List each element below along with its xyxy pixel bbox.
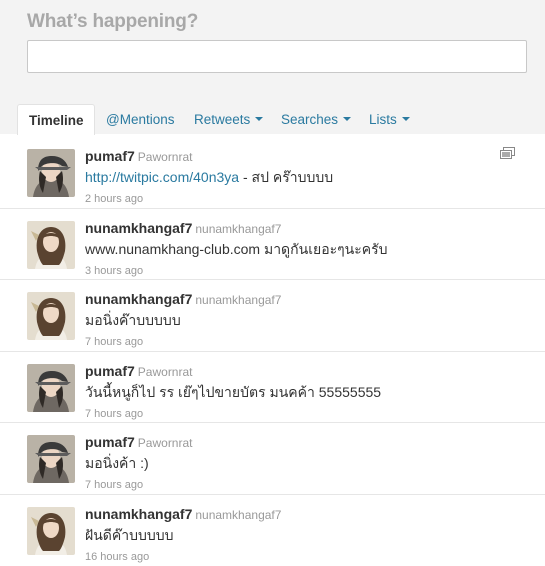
tab-searches[interactable]: Searches xyxy=(281,104,352,135)
timestamp[interactable]: 7 hours ago xyxy=(85,408,525,420)
tweet-timeline: pumaf7 Pawornrat http://twitpic.com/40n3y… xyxy=(0,137,545,566)
tab-lists[interactable]: Lists xyxy=(369,104,410,135)
timeline-tabs: Timeline @Mentions Retweets Searches Lis… xyxy=(0,104,545,135)
tweet-item: nunamkhangaf7 nunamkhangaf7 มอนิ่งค๊าบบบบ… xyxy=(0,280,545,352)
screen-name[interactable]: nunamkhangaf7 xyxy=(85,220,192,236)
tab-label: Searches xyxy=(281,112,339,127)
tweet-item: nunamkhangaf7 nunamkhangaf7 www.nunamkhan… xyxy=(0,209,545,281)
screen-name[interactable]: pumaf7 xyxy=(85,434,135,450)
tweet-text-content: - สป คร๊าบบบบ xyxy=(239,169,334,185)
tweet-input[interactable] xyxy=(27,40,527,73)
full-name: Pawornrat xyxy=(137,436,193,451)
tweet-item: pumaf7 Pawornrat http://twitpic.com/40n3y… xyxy=(0,137,545,209)
avatar[interactable] xyxy=(27,292,75,341)
caret-down-icon xyxy=(343,117,352,122)
tab-label: Timeline xyxy=(29,113,84,128)
timestamp[interactable]: 3 hours ago xyxy=(85,265,525,277)
timestamp[interactable]: 16 hours ago xyxy=(85,551,525,563)
screen-name[interactable]: pumaf7 xyxy=(85,148,135,164)
tweet-text: www.nunamkhang-club.com มาดูกันเยอะๆนะคร… xyxy=(85,240,388,257)
tweet-text: มอนิ่งค้า :) xyxy=(85,455,149,472)
tweet-text: ฝันดีค๊าบบบบบ xyxy=(85,526,174,543)
screen-name[interactable]: nunamkhangaf7 xyxy=(85,506,192,522)
photo-gallery-icon[interactable] xyxy=(500,147,515,159)
avatar[interactable] xyxy=(27,506,75,555)
caret-down-icon xyxy=(401,117,410,122)
tweet-item: pumaf7 Pawornrat มอนิ่งค้า :) 7 hours ago xyxy=(0,423,545,495)
avatar[interactable] xyxy=(27,220,75,269)
full-name: nunamkhangaf7 xyxy=(195,293,282,308)
timestamp[interactable]: 7 hours ago xyxy=(85,336,525,348)
composer-title: What’s happening? xyxy=(27,11,199,32)
timestamp[interactable]: 7 hours ago xyxy=(85,479,525,491)
tab-mentions[interactable]: @Mentions xyxy=(106,104,174,135)
tweet-text: http://twitpic.com/40n3ya - สป คร๊าบบบบ xyxy=(85,167,525,189)
tab-timeline[interactable]: Timeline xyxy=(17,104,95,135)
tab-retweets[interactable]: Retweets xyxy=(194,104,264,135)
tweet-text: วันนี้หนูก็ไป รร เย๊ๆไปขายบัตร มนคค้า 55… xyxy=(85,383,382,400)
avatar[interactable] xyxy=(27,363,75,412)
screen-name[interactable]: nunamkhangaf7 xyxy=(85,291,192,307)
tab-label: @Mentions xyxy=(106,112,175,127)
caret-down-icon xyxy=(255,117,264,122)
full-name: Pawornrat xyxy=(137,364,193,379)
screen-name[interactable]: pumaf7 xyxy=(85,363,135,379)
tab-label: Lists xyxy=(369,112,397,127)
avatar[interactable] xyxy=(27,435,75,484)
full-name: nunamkhangaf7 xyxy=(195,221,282,236)
full-name: Pawornrat xyxy=(137,150,193,164)
timestamp[interactable]: 2 hours ago xyxy=(85,193,525,205)
full-name: nunamkhangaf7 xyxy=(195,507,282,522)
tweet-item: pumaf7 Pawornrat วันนี้หนูก็ไป รร เย๊ๆไปข… xyxy=(0,352,545,424)
tab-label: Retweets xyxy=(194,112,251,127)
avatar[interactable] xyxy=(27,149,75,197)
tweet-item: nunamkhangaf7 nunamkhangaf7 ฝันดีค๊าบบบบบ… xyxy=(0,495,545,566)
tweet-text: มอนิ่งค๊าบบบบบ xyxy=(85,312,181,329)
tweet-link[interactable]: http://twitpic.com/40n3ya xyxy=(85,169,239,185)
